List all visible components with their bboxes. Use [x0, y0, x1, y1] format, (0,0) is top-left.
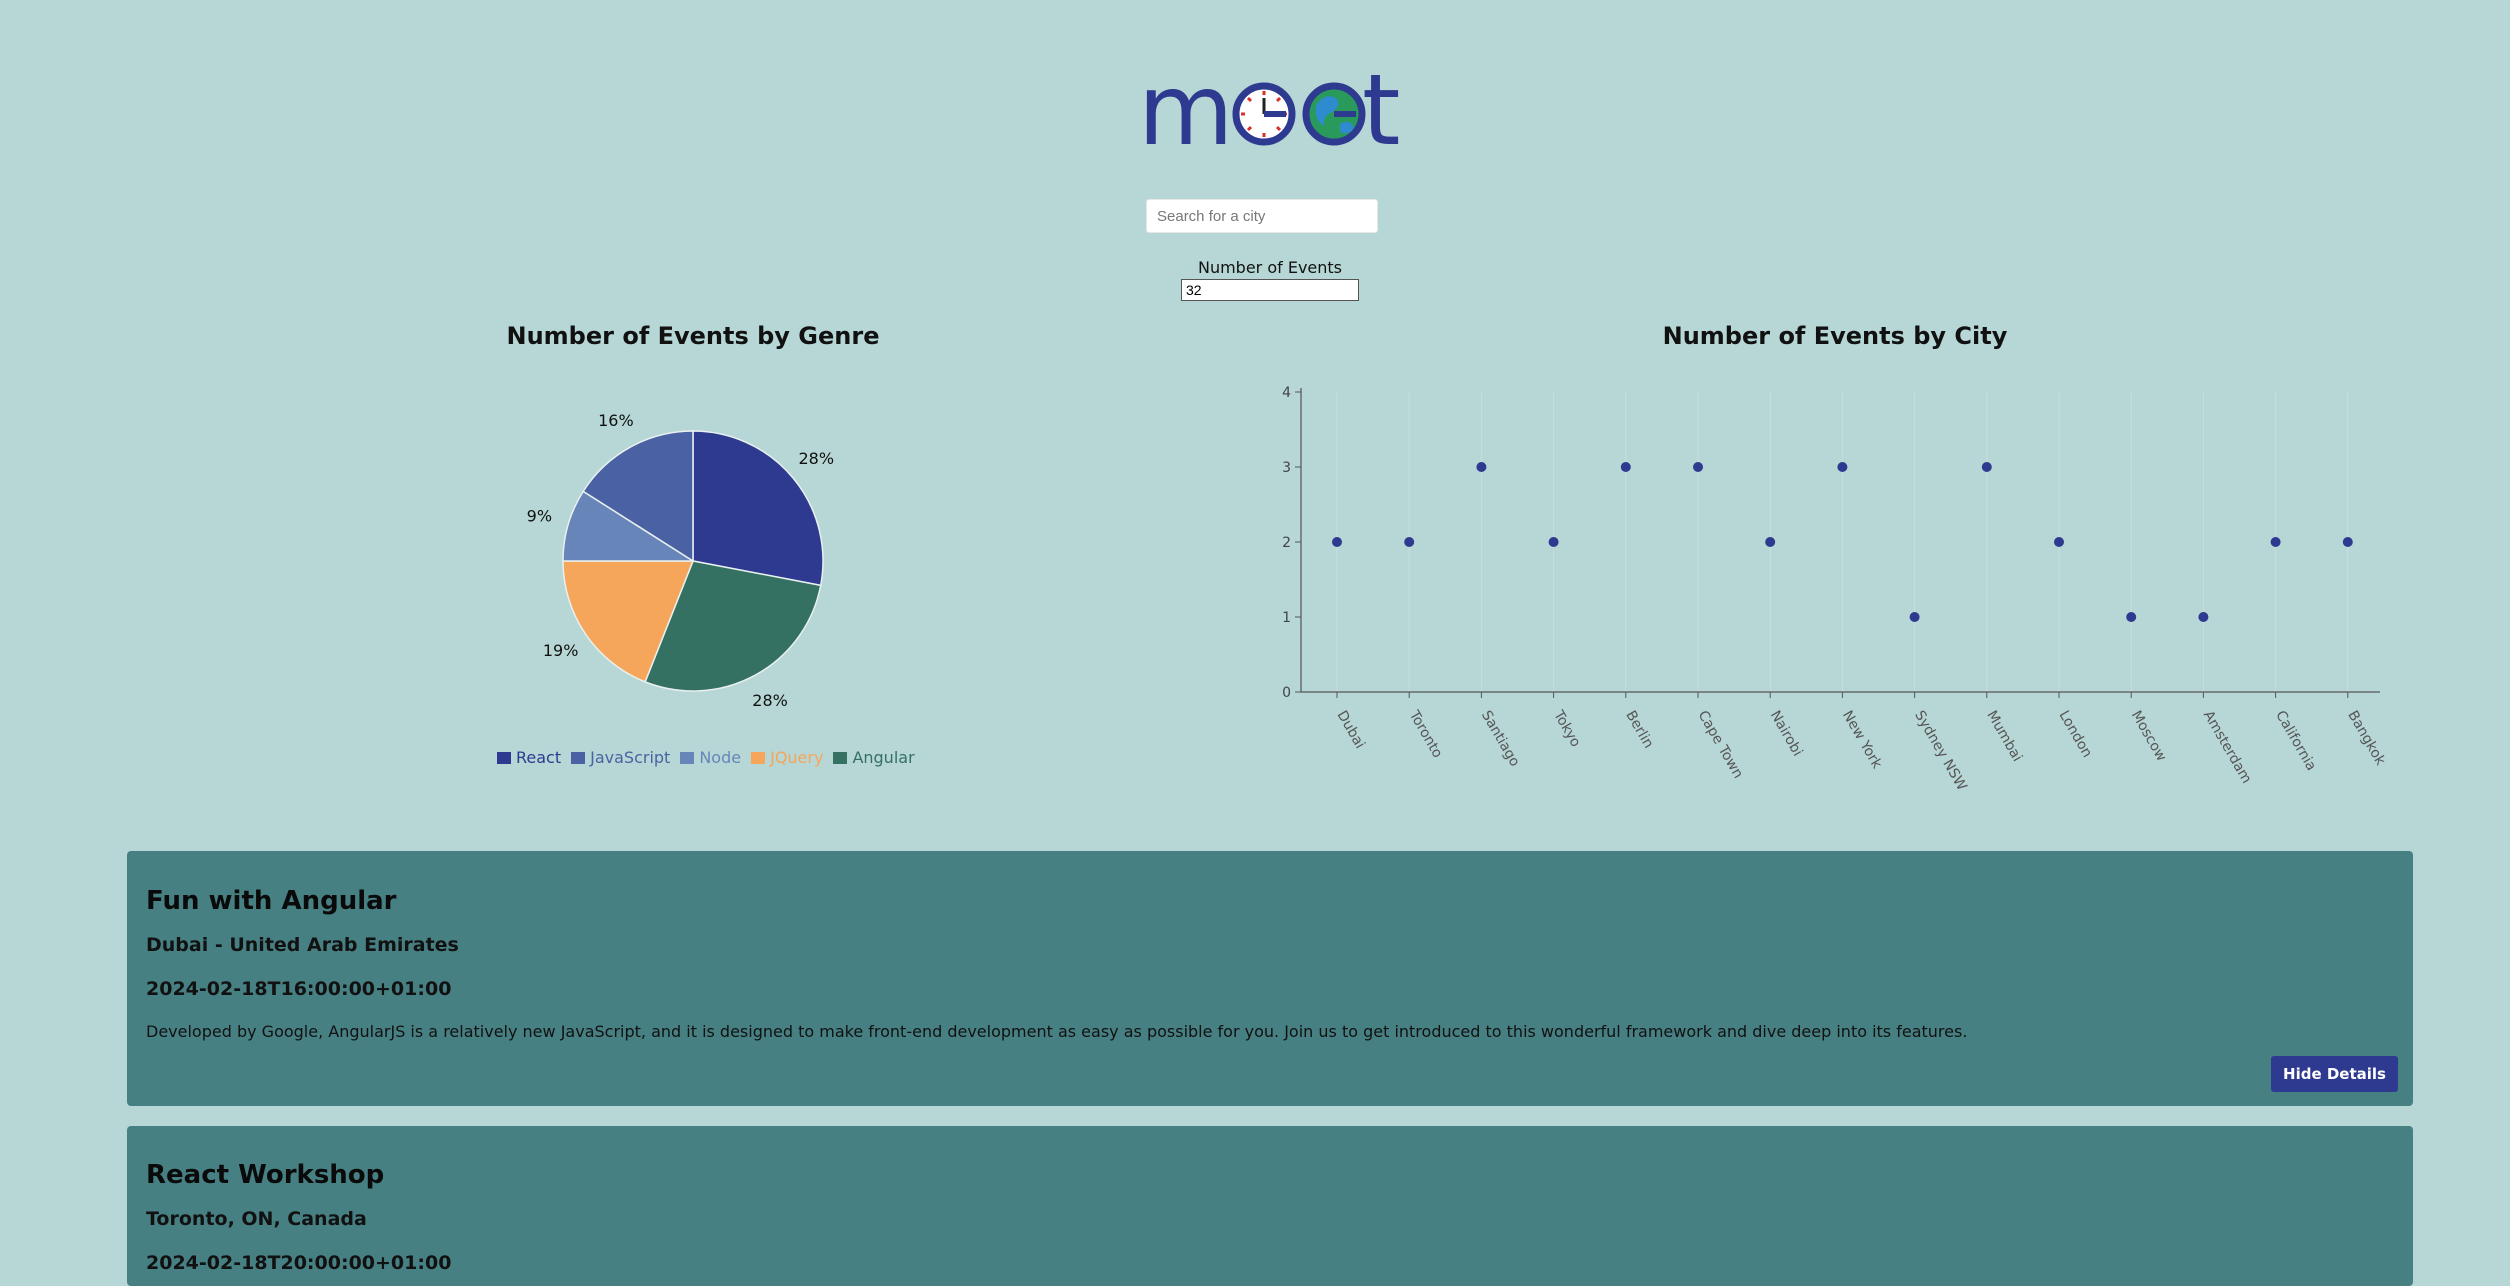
legend-swatch — [497, 751, 511, 764]
logo-letter-m: m — [1140, 62, 1233, 162]
scatter-point — [2270, 537, 2281, 547]
scatter-point — [1332, 537, 1342, 547]
x-tick-label: Nairobi — [1767, 708, 1806, 759]
city-search — [1146, 199, 1378, 233]
pie-label-node: 9% — [527, 506, 552, 525]
legend-swatch — [680, 751, 695, 764]
scatter-point — [1476, 462, 1487, 472]
x-tick-label: Tokyo — [1550, 707, 1584, 750]
meet-logo: m t — [1140, 62, 1400, 162]
event-location: Dubai - United Arab Emirates — [146, 934, 459, 956]
scatter-point — [2054, 537, 2064, 547]
pie-chart-title: Number of Events by Genre — [506, 322, 880, 350]
legend-label: JQuery — [770, 748, 824, 767]
y-tick-label: 3 — [1282, 460, 1291, 476]
scatter-point — [1837, 462, 1848, 472]
event-date: 2024-02-18T20:00:00+01:00 — [146, 1252, 452, 1274]
pie-label-jquery: 19% — [543, 641, 579, 660]
x-tick-label: Cape Town — [1695, 708, 1747, 781]
genre-pie-chart: 28% 28% 19% 9% 16% — [527, 411, 835, 710]
scatter-point — [2342, 537, 2353, 547]
legend-label: Angular — [852, 748, 915, 767]
clock-icon — [1232, 82, 1296, 146]
logo-letter-t: t — [1362, 62, 1400, 162]
pie-label-react: 28% — [799, 449, 835, 468]
x-tick-label: Berlin — [1622, 708, 1656, 751]
legend-swatch — [571, 751, 586, 764]
x-tick-label: Sydney NSW — [1911, 708, 1970, 794]
scatter-point — [1404, 537, 1415, 547]
x-tick-label: Mumbai — [1983, 708, 2025, 764]
city-search-input[interactable] — [1146, 199, 1378, 233]
scatter-point — [2126, 612, 2137, 622]
legend-item-react: React — [497, 748, 561, 767]
hide-details-button[interactable]: Hide Details — [2271, 1056, 2398, 1092]
legend-label: Node — [699, 748, 742, 767]
scatter-point — [1909, 612, 1920, 622]
x-tick-label: London — [2056, 708, 2096, 760]
legend-item-angular: Angular — [833, 748, 915, 767]
legend-label: React — [516, 748, 562, 767]
scatter-point — [1765, 537, 1776, 547]
x-tick-label: Moscow — [2128, 708, 2170, 764]
event-card: React Workshop Toronto, ON, Canada 2024-… — [127, 1126, 2413, 1286]
x-tick-label: Amsterdam — [2200, 708, 2254, 786]
event-card: Fun with Angular Dubai - United Arab Emi… — [127, 851, 2413, 1106]
event-title: Fun with Angular — [146, 886, 397, 916]
event-location: Toronto, ON, Canada — [146, 1208, 367, 1230]
number-of-events-input[interactable] — [1181, 279, 1359, 301]
y-tick-label: 2 — [1282, 535, 1291, 551]
scatter-point — [1693, 462, 1703, 472]
legend-label: JavaScript — [590, 748, 671, 767]
x-tick-label: Toronto — [1405, 707, 1445, 761]
city-scatter-chart: 0 1 2 3 4 Dubai Toronto Santiago Tokyo Berlin Cape… — [1282, 385, 2389, 794]
event-title: React Workshop — [146, 1160, 385, 1190]
scatter-point — [1620, 462, 1631, 472]
pie-legend: React JavaScript Node JQuery Angular — [497, 748, 915, 767]
legend-item-node: Node — [680, 748, 741, 767]
pie-label-angular: 28% — [752, 691, 788, 710]
globe-icon — [1302, 82, 1366, 146]
pie-label-javascript: 16% — [598, 411, 634, 430]
x-tick-label: Dubai — [1334, 708, 1368, 752]
number-of-events-label: Number of Events — [1197, 258, 1343, 277]
legend-item-jquery: JQuery — [751, 748, 823, 767]
y-tick-label: 1 — [1282, 610, 1291, 626]
scatter-chart-title: Number of Events by City — [1662, 322, 2008, 350]
event-date: 2024-02-18T16:00:00+01:00 — [146, 978, 452, 1000]
event-description: Developed by Google, AngularJS is a rela… — [146, 1022, 1968, 1041]
scatter-point — [1981, 462, 1992, 472]
y-tick-label: 4 — [1282, 385, 1291, 401]
x-tick-label: Bangkok — [2344, 708, 2388, 769]
scatter-point — [1548, 537, 1559, 547]
scatter-point — [2198, 612, 2209, 622]
x-tick-label: California — [2272, 708, 2319, 774]
legend-swatch — [751, 751, 766, 764]
legend-swatch — [833, 751, 848, 764]
x-tick-label: Santiago — [1478, 708, 1523, 769]
x-tick-label: New York — [1839, 708, 1885, 772]
legend-item-javascript: JavaScript — [571, 748, 670, 767]
y-tick-label: 0 — [1282, 685, 1291, 701]
